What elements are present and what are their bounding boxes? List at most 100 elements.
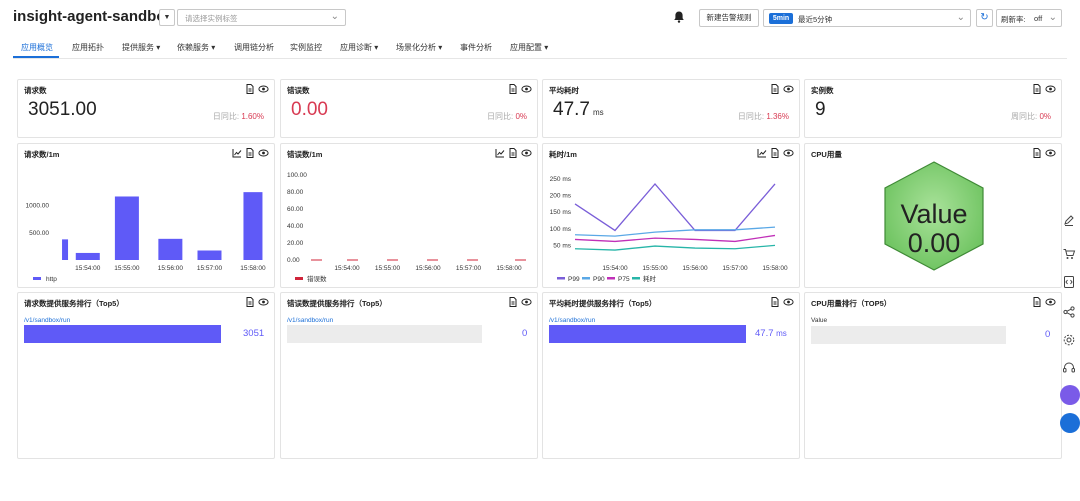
document-icon[interactable] bbox=[246, 297, 254, 307]
new-alert-rule-button[interactable]: 新建告警规则 bbox=[699, 9, 759, 27]
bar-mark bbox=[197, 250, 222, 260]
instance-tag-placeholder: 请选择实例标签 bbox=[185, 14, 238, 23]
x-tick-label: 15:57:00 bbox=[722, 265, 748, 272]
x-tick-label: 15:58:00 bbox=[496, 265, 522, 272]
x-tick-label: 15:55:00 bbox=[375, 265, 401, 272]
tab-app-topology[interactable]: 应用拓扑 bbox=[72, 42, 104, 53]
y-tick-label: 80.00 bbox=[287, 189, 304, 196]
legend-swatch bbox=[607, 277, 615, 280]
tab-event-analysis[interactable]: 事件分析 bbox=[460, 42, 492, 53]
ranking-bar bbox=[549, 325, 746, 343]
compare-value: 0% bbox=[1039, 112, 1051, 121]
refresh-rate-label: 刷新率: bbox=[1001, 15, 1026, 24]
document-icon[interactable] bbox=[771, 297, 779, 307]
eye-icon[interactable] bbox=[258, 297, 269, 307]
ranking-value: 3051 bbox=[243, 328, 265, 339]
x-tick-label: 15:54:00 bbox=[75, 265, 101, 272]
requests-chart-panel: 请求数/1m 500.00 1000.00 15:54:00 15:55:00 15:5… bbox=[17, 143, 275, 288]
eye-icon[interactable] bbox=[1045, 297, 1056, 307]
bar-mark bbox=[62, 239, 69, 260]
legend-label: http bbox=[46, 276, 57, 283]
panel-title: 请求数 bbox=[24, 86, 47, 95]
panel-actions bbox=[1033, 297, 1056, 307]
bar-mark bbox=[114, 196, 139, 260]
panel-actions bbox=[246, 84, 269, 94]
refresh-rate-select[interactable]: 刷新率: off ⌄ bbox=[996, 9, 1062, 27]
eye-icon[interactable] bbox=[783, 297, 794, 307]
legend-label: 耗时 bbox=[643, 274, 657, 283]
y-tick-label: 100.00 bbox=[287, 172, 307, 179]
document-icon[interactable] bbox=[771, 84, 779, 94]
panel-title: 错误数 bbox=[287, 86, 310, 95]
cart-icon[interactable] bbox=[1062, 247, 1076, 261]
edit-icon[interactable] bbox=[1062, 213, 1076, 227]
panel-actions bbox=[771, 84, 794, 94]
settings-icon[interactable] bbox=[1062, 333, 1076, 347]
eye-icon[interactable] bbox=[783, 84, 794, 94]
apps-icon[interactable] bbox=[1060, 413, 1080, 433]
share-icon[interactable] bbox=[1062, 305, 1076, 319]
x-tick-label: 15:57:00 bbox=[197, 265, 223, 272]
kpi-unit: ms bbox=[592, 108, 604, 117]
legend-swatch bbox=[33, 277, 41, 280]
series-line bbox=[574, 182, 776, 232]
kpi-compare: 日同比: 1.60% bbox=[213, 111, 264, 122]
document-icon[interactable] bbox=[1033, 84, 1041, 94]
cpu-usage-panel: CPU用量 Value 0.00 bbox=[804, 143, 1062, 288]
bell-icon[interactable] bbox=[672, 10, 686, 24]
y-tick-label: 250 ms bbox=[550, 176, 572, 183]
ranking-service-link[interactable]: /v1/sandbox/run bbox=[24, 317, 70, 324]
x-tick-label: 15:56:00 bbox=[682, 265, 708, 272]
cpu-ranking-panel: CPU用量排行（TOP5） Value 0 bbox=[804, 292, 1062, 459]
refresh-rate-value: off bbox=[1034, 14, 1043, 23]
app-switcher-dropdown[interactable]: ▼ bbox=[159, 9, 175, 26]
panel-actions bbox=[771, 297, 794, 307]
legend-swatch bbox=[557, 277, 565, 280]
kpi-compare: 周同比: 0% bbox=[1011, 111, 1051, 122]
y-tick-label: 200 ms bbox=[550, 193, 572, 200]
tab-provided-services[interactable]: 提供服务 ▾ bbox=[122, 42, 160, 53]
panel-actions bbox=[246, 297, 269, 307]
eye-icon[interactable] bbox=[258, 84, 269, 94]
assistant-icon[interactable] bbox=[1060, 385, 1080, 405]
tab-instance-monitoring[interactable]: 实例监控 bbox=[290, 42, 322, 53]
document-icon[interactable] bbox=[509, 297, 517, 307]
ranking-value: 0 bbox=[522, 328, 528, 339]
tab-app-config[interactable]: 应用配置 ▾ bbox=[510, 42, 548, 53]
tab-trace-analysis[interactable]: 调用链分析 bbox=[234, 42, 274, 53]
y-tick-label: 40.00 bbox=[287, 223, 304, 230]
latency-ranking-panel: 平均耗时提供服务排行（Top5） /v1/sandbox/run 47.7 ms bbox=[542, 292, 800, 459]
compare-label: 日同比: bbox=[486, 112, 514, 121]
active-tab-indicator bbox=[13, 56, 59, 58]
kpi-instances-panel: 实例数 9 周同比: 0% bbox=[804, 79, 1062, 138]
compare-value: 0% bbox=[515, 112, 527, 121]
eye-icon[interactable] bbox=[521, 297, 532, 307]
tab-app-diagnosis[interactable]: 应用诊断 ▾ bbox=[340, 42, 378, 53]
ranking-value: 47.7 bbox=[755, 328, 774, 339]
document-icon[interactable] bbox=[509, 84, 517, 94]
instance-tag-select[interactable]: 请选择实例标签 ⌄ bbox=[177, 9, 346, 26]
eye-icon[interactable] bbox=[1045, 84, 1056, 94]
kpi-value-wrap: 47.7 ms bbox=[553, 99, 604, 121]
errors-line-chart: 0.00 20.00 40.00 60.00 80.00 100.00 15:54:00 15… bbox=[287, 172, 526, 283]
headset-icon[interactable] bbox=[1062, 361, 1076, 375]
document-icon[interactable] bbox=[1033, 297, 1041, 307]
eye-icon[interactable] bbox=[521, 84, 532, 94]
app-title: insight-agent-sandbox bbox=[13, 8, 174, 25]
ranking-bar-empty bbox=[811, 326, 1006, 344]
tab-scenario-analysis[interactable]: 场景化分析 ▾ bbox=[396, 42, 442, 53]
tab-dependent-services[interactable]: 依赖服务 ▾ bbox=[177, 42, 215, 53]
errors-ranking-panel: 错误数提供服务排行（Top5） /v1/sandbox/run 0 bbox=[280, 292, 538, 459]
document-icon[interactable] bbox=[246, 84, 254, 94]
refresh-button[interactable]: ↻ bbox=[976, 9, 993, 27]
code-icon[interactable] bbox=[1062, 275, 1076, 289]
ranking-item-label: Value bbox=[811, 317, 828, 324]
ranking-service-link[interactable]: /v1/sandbox/run bbox=[549, 317, 595, 324]
bar-mark bbox=[75, 252, 100, 260]
ranking-bar-empty bbox=[287, 325, 482, 343]
ranking-service-link[interactable]: /v1/sandbox/run bbox=[287, 317, 333, 324]
tab-app-overview[interactable]: 应用概览 bbox=[21, 42, 53, 53]
legend-swatch bbox=[295, 277, 303, 280]
time-range-picker[interactable]: 5min 最近5分钟 ⌄ bbox=[763, 9, 971, 27]
x-tick-label: 15:58:00 bbox=[240, 265, 266, 272]
